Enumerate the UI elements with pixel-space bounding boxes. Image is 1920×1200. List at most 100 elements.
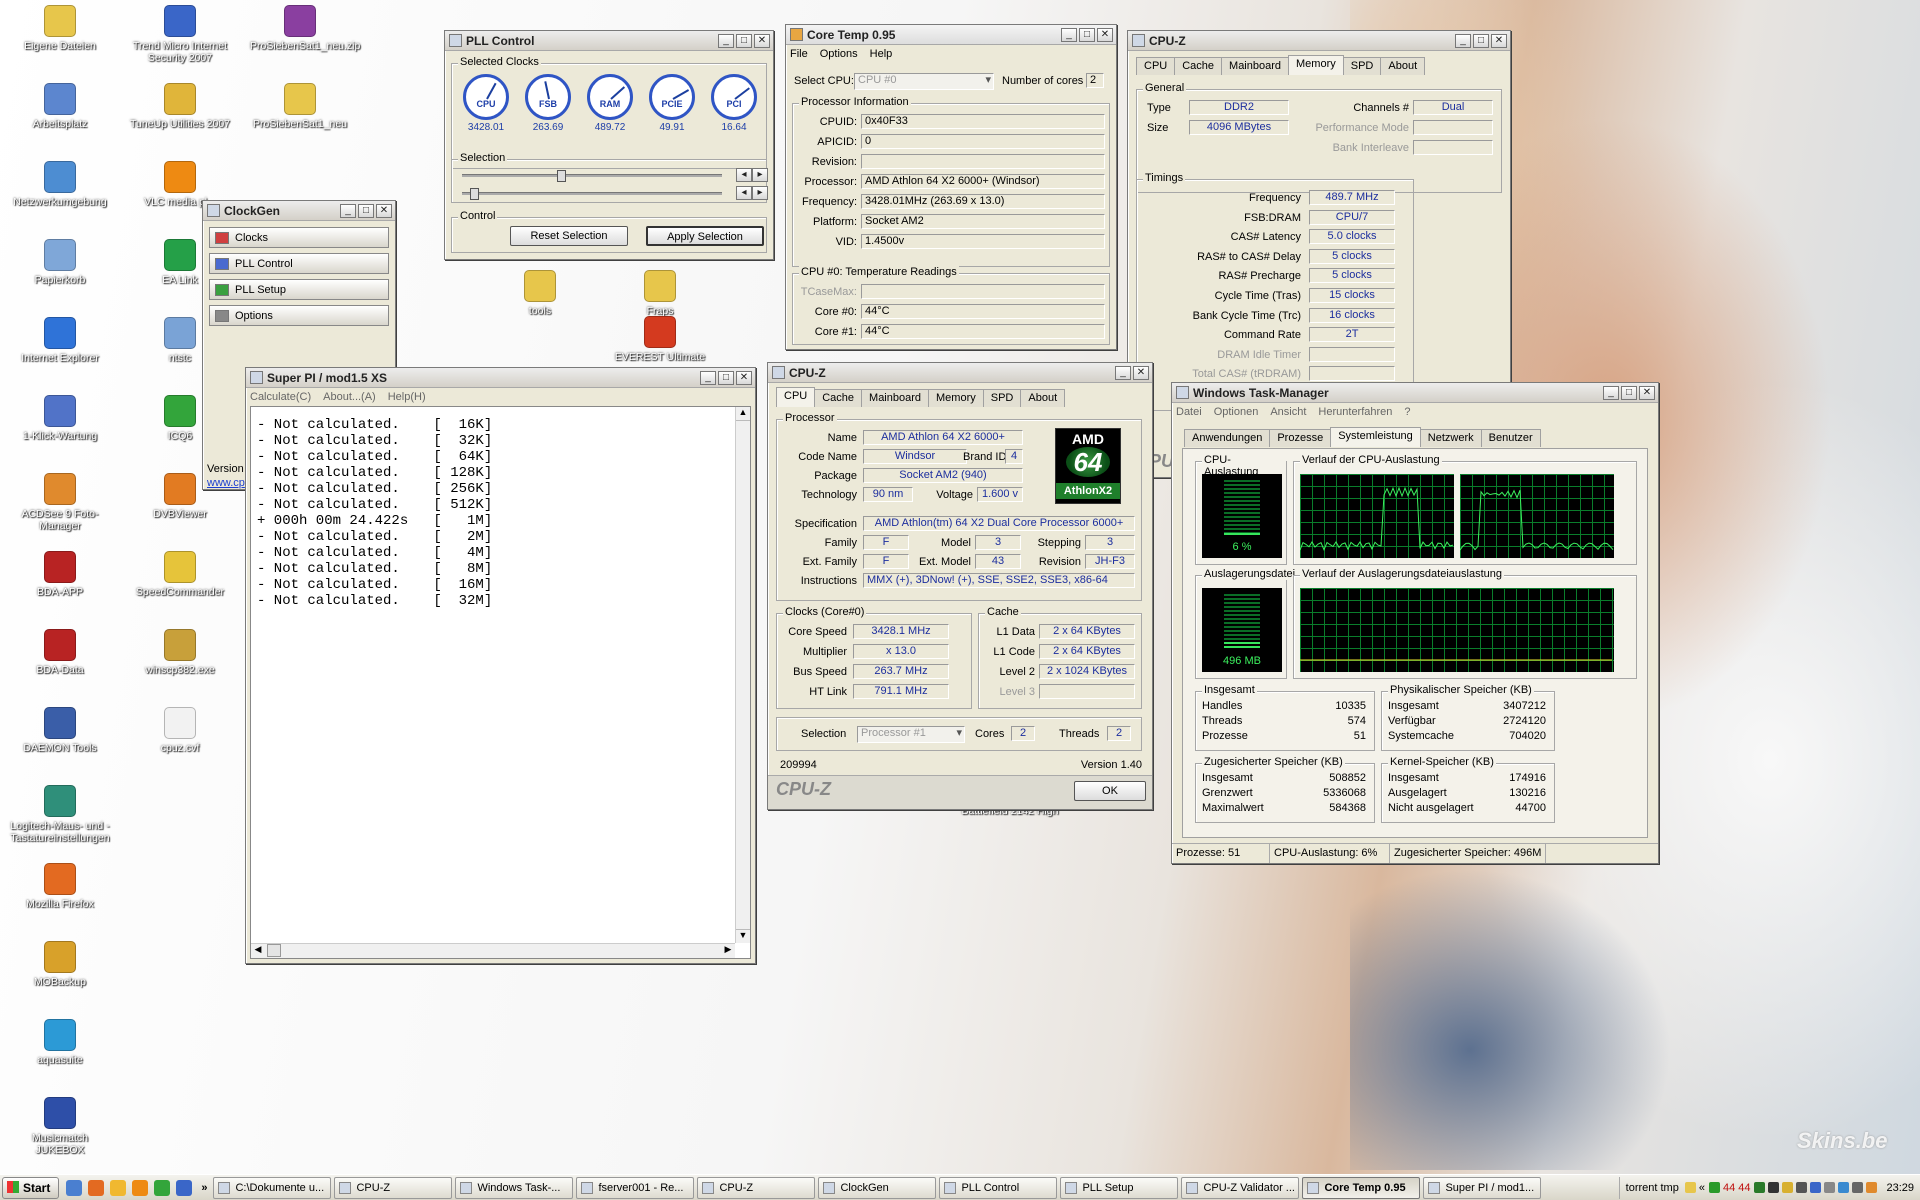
reset-selection-button[interactable]: Reset Selection <box>510 226 628 246</box>
tab-benutzer[interactable]: Benutzer <box>1480 429 1541 447</box>
menu-file[interactable]: File <box>790 48 808 60</box>
tray-app-icon-5[interactable] <box>1838 1182 1850 1193</box>
minimize-icon[interactable]: _ <box>718 33 734 48</box>
slider-1-left-arrow-icon[interactable]: ◂ <box>736 168 752 182</box>
scroll-thumb[interactable] <box>267 944 281 957</box>
close-icon[interactable]: ✕ <box>1491 33 1507 48</box>
taskbar-task-button[interactable]: CPU-Z Validator ... <box>1181 1176 1300 1199</box>
taskbar-task-button[interactable]: Super PI / mod1... <box>1423 1176 1542 1199</box>
tab-netzwerk[interactable]: Netzwerk <box>1419 429 1482 447</box>
desktop-icon[interactable]: ACDSee 9 Foto-Manager <box>10 473 110 532</box>
tab-cache[interactable]: Cache <box>1174 57 1223 75</box>
minimize-icon[interactable]: _ <box>340 203 356 218</box>
minimize-icon[interactable]: _ <box>700 370 716 385</box>
scroll-up-icon[interactable]: ▲ <box>736 407 750 421</box>
desktop-icon[interactable]: Mozilla Firefox <box>10 863 110 910</box>
scroll-down-icon[interactable]: ▼ <box>736 929 750 943</box>
quicklaunch-vlc-icon[interactable] <box>132 1179 149 1196</box>
tray-volume-icon[interactable] <box>1852 1182 1864 1193</box>
desktop-icon[interactable]: TuneUp Utilities 2007 <box>130 83 230 130</box>
tab-cpu[interactable]: CPU <box>1136 57 1176 75</box>
close-icon[interactable]: ✕ <box>1133 365 1149 380</box>
select-cpu-dropdown[interactable]: CPU #0 ▾ <box>854 73 994 90</box>
quicklaunch-expand-icon[interactable]: » <box>201 1182 207 1194</box>
tray-app-icon-1[interactable] <box>1754 1182 1766 1193</box>
desktop-icon[interactable]: Fraps <box>610 270 710 317</box>
horizontal-scrollbar[interactable]: ◀ ▶ <box>251 943 735 958</box>
minimize-icon[interactable]: _ <box>1603 385 1619 400</box>
menu-options[interactable]: Options <box>820 48 858 60</box>
desktop-icon[interactable]: ProSiebenSat1_neu.zip <box>250 5 360 52</box>
slider-1-knob[interactable] <box>557 170 566 182</box>
tab-anwendungen[interactable]: Anwendungen <box>1184 429 1271 447</box>
clock-gauge-fsb[interactable]: FSB 263.69 <box>524 74 572 133</box>
menu-help[interactable]: Help <box>870 48 893 60</box>
desktop-icon[interactable]: BDA-APP <box>10 551 110 598</box>
cpuz-titlebar[interactable]: CPU-Z _ ✕ <box>768 363 1152 383</box>
coretemp-titlebar[interactable]: Core Temp 0.95 _ □ ✕ <box>786 25 1116 45</box>
tab-memory[interactable]: Memory <box>1288 55 1344 75</box>
superpi-menu-item[interactable]: Calculate(C) <box>250 391 311 403</box>
desktop-icon[interactable]: Netzwerkumgebung <box>10 161 110 208</box>
taskbar-task-button[interactable]: CPU-Z <box>697 1176 816 1199</box>
tab-prozesse[interactable]: Prozesse <box>1269 429 1332 447</box>
maximize-icon[interactable]: □ <box>736 33 752 48</box>
tab-cpu[interactable]: CPU <box>776 387 816 407</box>
desktop-icon[interactable]: Logitech-Maus- und -Tastatureinstellunge… <box>10 785 110 844</box>
clockgen-nav-pll-control[interactable]: PLL Control <box>209 253 389 274</box>
desktop-icon[interactable]: tools <box>490 270 590 317</box>
taskmgr-menu-item[interactable]: Herunterfahren <box>1318 406 1392 418</box>
quicklaunch-app-icon[interactable] <box>176 1179 193 1196</box>
desktop-icon[interactable]: MOBackup <box>10 941 110 988</box>
tab-memory[interactable]: Memory <box>928 389 984 407</box>
taskbar-task-button[interactable]: C:\Dokumente u... <box>213 1176 332 1199</box>
tab-spd[interactable]: SPD <box>982 389 1022 407</box>
tray-app-icon-2[interactable] <box>1768 1182 1780 1193</box>
desktop-icon[interactable]: BDA-Data <box>10 629 110 676</box>
pll-titlebar[interactable]: PLL Control _ □ ✕ <box>445 31 773 51</box>
tray-shield-icon[interactable] <box>1782 1182 1794 1193</box>
tray-expand-icon[interactable]: « <box>1699 1182 1705 1194</box>
maximize-icon[interactable]: □ <box>718 370 734 385</box>
clockgen-titlebar[interactable]: ClockGen _ □ ✕ <box>203 201 395 221</box>
cpuz-memory-titlebar[interactable]: CPU-Z _ □ ✕ <box>1128 31 1510 51</box>
taskbar-task-button[interactable]: Windows Task-... <box>455 1176 574 1199</box>
tray-app-icon-6[interactable] <box>1866 1182 1878 1193</box>
tab-mainboard[interactable]: Mainboard <box>861 389 930 407</box>
tab-cache[interactable]: Cache <box>814 389 863 407</box>
tab-about[interactable]: About <box>1380 57 1426 75</box>
tray-app-icon-3[interactable] <box>1796 1182 1808 1193</box>
maximize-icon[interactable]: □ <box>1473 33 1489 48</box>
desktop-icon[interactable]: DAEMON Tools <box>10 707 110 754</box>
clockgen-website-link[interactable]: www.cp <box>207 477 245 489</box>
slider-2-right-arrow-icon[interactable]: ▸ <box>752 186 768 200</box>
taskmgr-menu-item[interactable]: Datei <box>1176 406 1202 418</box>
desktop-icon[interactable]: Musicmatch JUKEBOX <box>10 1097 110 1156</box>
tray-app-icon-4[interactable] <box>1810 1182 1822 1193</box>
quicklaunch-icq-icon[interactable] <box>154 1179 171 1196</box>
taskbar-task-button[interactable]: fserver001 - Re... <box>576 1176 695 1199</box>
clockgen-nav-options[interactable]: Options <box>209 305 389 326</box>
tab-about[interactable]: About <box>1020 389 1066 407</box>
close-icon[interactable]: ✕ <box>1097 27 1113 42</box>
tray-printer-icon[interactable] <box>1824 1182 1836 1193</box>
minimize-icon[interactable]: _ <box>1115 365 1131 380</box>
desktop-icon[interactable]: Papierkorb <box>10 239 110 286</box>
tab-systemleistung[interactable]: Systemleistung <box>1330 427 1421 447</box>
taskmgr-menu-item[interactable]: ? <box>1404 406 1410 418</box>
start-button[interactable]: Start <box>2 1176 60 1199</box>
minimize-icon[interactable]: _ <box>1455 33 1471 48</box>
maximize-icon[interactable]: □ <box>1079 27 1095 42</box>
taskbar-task-button[interactable]: Core Temp 0.95 <box>1302 1176 1421 1199</box>
vertical-scrollbar[interactable]: ▲ ▼ <box>735 407 750 943</box>
slider-1-right-arrow-icon[interactable]: ▸ <box>752 168 768 182</box>
clock-gauge-ram[interactable]: RAM 489.72 <box>586 74 634 133</box>
close-icon[interactable]: ✕ <box>1639 385 1655 400</box>
clockgen-nav-clocks[interactable]: Clocks <box>209 227 389 248</box>
maximize-icon[interactable]: □ <box>1621 385 1637 400</box>
maximize-icon[interactable]: □ <box>358 203 374 218</box>
folder-icon[interactable] <box>1684 1182 1696 1193</box>
minimize-icon[interactable]: _ <box>1061 27 1077 42</box>
clock-gauge-pcie[interactable]: PCIE 49.91 <box>648 74 696 133</box>
desktop-icon[interactable]: winscp382.exe <box>130 629 230 676</box>
